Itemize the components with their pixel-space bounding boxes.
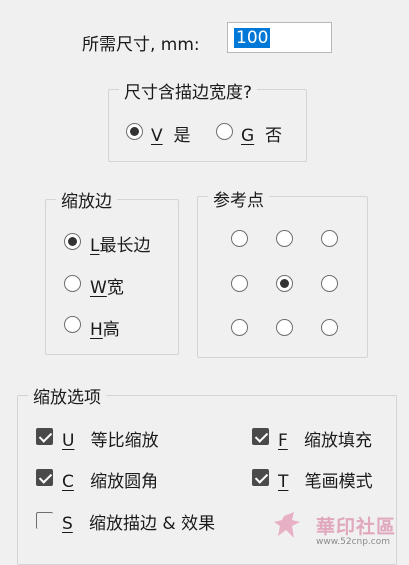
- ref-middle-right-radio[interactable]: [321, 275, 338, 292]
- size-input[interactable]: [227, 22, 332, 53]
- edge-width-radio[interactable]: [64, 275, 81, 292]
- scale-stroke-effects-checkbox[interactable]: [36, 512, 53, 529]
- stroke-yes-label[interactable]: V 是: [151, 121, 190, 146]
- ref-top-left-radio[interactable]: [231, 230, 248, 247]
- scale-fill-checkbox[interactable]: [252, 428, 269, 445]
- size-label: 所需尺寸, mm:: [82, 35, 200, 55]
- reference-point-title: 参考点: [208, 186, 269, 211]
- ref-top-right-radio[interactable]: [321, 230, 338, 247]
- stroke-mode-checkbox[interactable]: [252, 469, 269, 486]
- ref-center-radio[interactable]: [276, 275, 293, 292]
- ref-middle-left-radio[interactable]: [231, 275, 248, 292]
- scale-edge-title: 缩放边: [56, 187, 117, 212]
- include-stroke-title: 尺寸含描边宽度?: [119, 78, 258, 103]
- watermark-text: 華印社區: [316, 516, 397, 538]
- ref-bottom-right-radio[interactable]: [321, 319, 338, 336]
- scale-options-title: 缩放选项: [28, 383, 106, 408]
- scale-corners-checkbox[interactable]: [36, 469, 53, 486]
- stroke-mode-label[interactable]: T 笔画模式: [278, 467, 373, 492]
- scale-stroke-effects-label[interactable]: S 缩放描边 & 效果: [62, 509, 215, 534]
- uniform-scale-checkbox[interactable]: [36, 428, 53, 445]
- stroke-no-label[interactable]: G 否: [241, 121, 282, 146]
- edge-longest-label[interactable]: L最长边: [90, 231, 150, 256]
- edge-width-label[interactable]: W宽: [90, 273, 124, 298]
- edge-height-label[interactable]: H高: [90, 315, 120, 340]
- scale-corners-label[interactable]: C 缩放圆角: [62, 467, 158, 492]
- stroke-yes-radio[interactable]: [126, 123, 143, 140]
- edge-longest-radio[interactable]: [64, 233, 81, 250]
- watermark-url: www.52cnp.com: [316, 537, 391, 547]
- ref-bottom-center-radio[interactable]: [276, 319, 293, 336]
- uniform-scale-label[interactable]: U 等比缩放: [62, 426, 159, 451]
- edge-height-radio[interactable]: [64, 316, 81, 333]
- scale-fill-label[interactable]: F 缩放填充: [278, 426, 372, 451]
- ref-top-center-radio[interactable]: [276, 230, 293, 247]
- stroke-no-radio[interactable]: [216, 123, 233, 140]
- ref-bottom-left-radio[interactable]: [231, 319, 248, 336]
